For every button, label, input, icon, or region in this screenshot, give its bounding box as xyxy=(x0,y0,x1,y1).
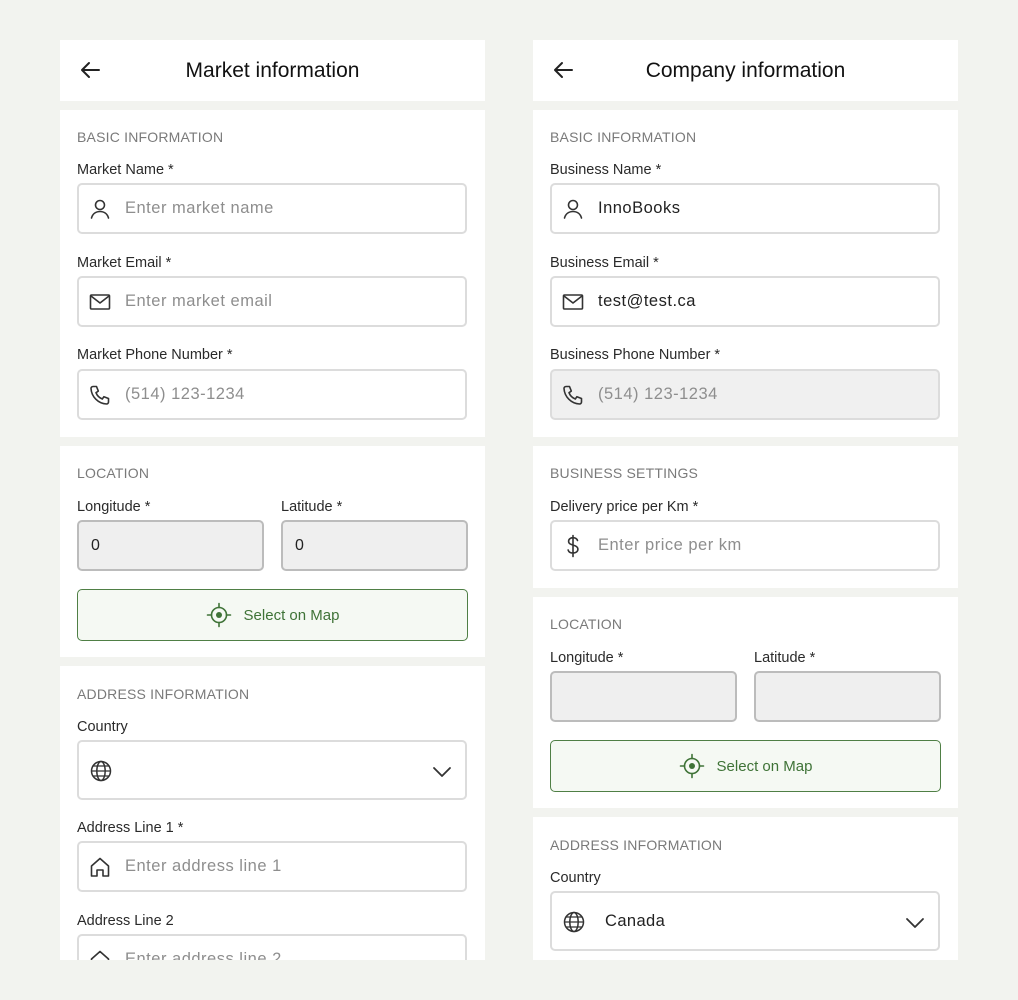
chevron-down-icon xyxy=(906,918,924,928)
section-title: LOCATION xyxy=(77,465,150,481)
market-information-panel: Market information BASIC INFORMATION Mar… xyxy=(60,40,485,960)
back-arrow-icon[interactable] xyxy=(551,58,575,82)
phone-icon xyxy=(90,385,110,405)
market-name-input[interactable] xyxy=(125,185,455,232)
market-phone-field[interactable] xyxy=(77,369,467,420)
country-label: Country xyxy=(77,719,128,735)
company-information-panel: Company information BASIC INFORMATION Bu… xyxy=(533,40,958,960)
longitude-label: Longitude * xyxy=(550,650,624,666)
section-title: BASIC INFORMATION xyxy=(550,129,697,145)
company-header: Company information xyxy=(533,40,958,101)
latitude-label: Latitude * xyxy=(281,499,343,515)
address-line1-field[interactable] xyxy=(77,841,467,892)
delivery-price-label: Delivery price per Km * xyxy=(550,499,699,515)
business-phone-input[interactable] xyxy=(598,371,928,418)
market-name-label: Market Name * xyxy=(77,162,174,178)
user-icon xyxy=(90,199,110,219)
phone-icon xyxy=(563,385,583,405)
latitude-field[interactable] xyxy=(281,520,468,571)
globe-icon xyxy=(90,760,112,782)
delivery-price-input[interactable] xyxy=(598,522,928,569)
country-select[interactable]: Canada xyxy=(550,891,940,951)
page-title: Company information xyxy=(645,58,846,82)
address-line1-label: Address Line 1 * xyxy=(77,820,184,836)
address-line1-input[interactable] xyxy=(125,843,455,890)
longitude-input[interactable] xyxy=(91,522,251,569)
latitude-label: Latitude * xyxy=(754,650,816,666)
market-email-field[interactable] xyxy=(77,276,467,327)
select-on-map-button[interactable]: Select on Map xyxy=(550,740,941,792)
latitude-input[interactable] xyxy=(295,522,455,569)
section-title: BUSINESS SETTINGS xyxy=(550,465,699,481)
country-select[interactable] xyxy=(77,740,467,800)
mail-icon xyxy=(89,294,111,310)
select-on-map-button[interactable]: Select on Map xyxy=(77,589,468,641)
section-title: ADDRESS INFORMATION xyxy=(550,837,723,853)
market-header: Market information xyxy=(60,40,485,101)
longitude-label: Longitude * xyxy=(77,499,151,515)
longitude-field[interactable] xyxy=(77,520,264,571)
dollar-icon xyxy=(567,534,579,558)
business-email-field[interactable] xyxy=(550,276,940,327)
longitude-input[interactable] xyxy=(564,673,724,720)
business-settings-card: BUSINESS SETTINGS Delivery price per Km … xyxy=(533,446,958,588)
business-email-input[interactable] xyxy=(598,278,928,325)
section-title: LOCATION xyxy=(550,616,623,632)
latitude-field[interactable] xyxy=(754,671,941,722)
chevron-down-icon xyxy=(433,767,451,777)
target-location-icon xyxy=(206,602,231,628)
mail-icon xyxy=(562,294,584,310)
market-phone-input[interactable] xyxy=(125,371,455,418)
address-line2-input[interactable] xyxy=(125,936,455,960)
market-phone-label: Market Phone Number * xyxy=(77,347,233,363)
country-selected-value: Canada xyxy=(605,912,666,930)
business-name-input[interactable] xyxy=(598,185,928,232)
longitude-field[interactable] xyxy=(550,671,737,722)
delivery-price-field[interactable] xyxy=(550,520,940,571)
back-arrow-icon[interactable] xyxy=(78,58,102,82)
address-line2-field[interactable] xyxy=(77,934,467,960)
country-label: Country xyxy=(550,870,601,886)
address-information-card: ADDRESS INFORMATION Country Canada xyxy=(533,817,958,960)
market-email-label: Market Email * xyxy=(77,255,172,271)
market-name-field[interactable] xyxy=(77,183,467,234)
location-card: LOCATION Longitude * Latitude * Select o… xyxy=(60,446,485,657)
address-line2-label: Address Line 2 xyxy=(77,913,174,929)
basic-information-card: BASIC INFORMATION Business Name * Busine… xyxy=(533,110,958,437)
business-phone-label: Business Phone Number * xyxy=(550,347,721,363)
section-title: ADDRESS INFORMATION xyxy=(77,686,250,702)
section-title: BASIC INFORMATION xyxy=(77,129,224,145)
business-name-label: Business Name * xyxy=(550,162,662,178)
location-card: LOCATION Longitude * Latitude * Select o… xyxy=(533,597,958,808)
basic-information-card: BASIC INFORMATION Market Name * Market E… xyxy=(60,110,485,437)
market-email-input[interactable] xyxy=(125,278,455,325)
latitude-input[interactable] xyxy=(768,673,928,720)
globe-icon xyxy=(563,911,585,933)
home-icon xyxy=(90,857,110,877)
business-phone-field[interactable] xyxy=(550,369,940,420)
business-email-label: Business Email * xyxy=(550,255,659,271)
select-on-map-label: Select on Map xyxy=(716,757,813,775)
target-location-icon xyxy=(679,753,704,779)
home-icon xyxy=(90,950,110,960)
select-on-map-label: Select on Map xyxy=(243,606,340,624)
user-icon xyxy=(563,199,583,219)
page-title: Market information xyxy=(185,58,360,82)
address-information-card: ADDRESS INFORMATION Country Address Line… xyxy=(60,666,485,960)
business-name-field[interactable] xyxy=(550,183,940,234)
